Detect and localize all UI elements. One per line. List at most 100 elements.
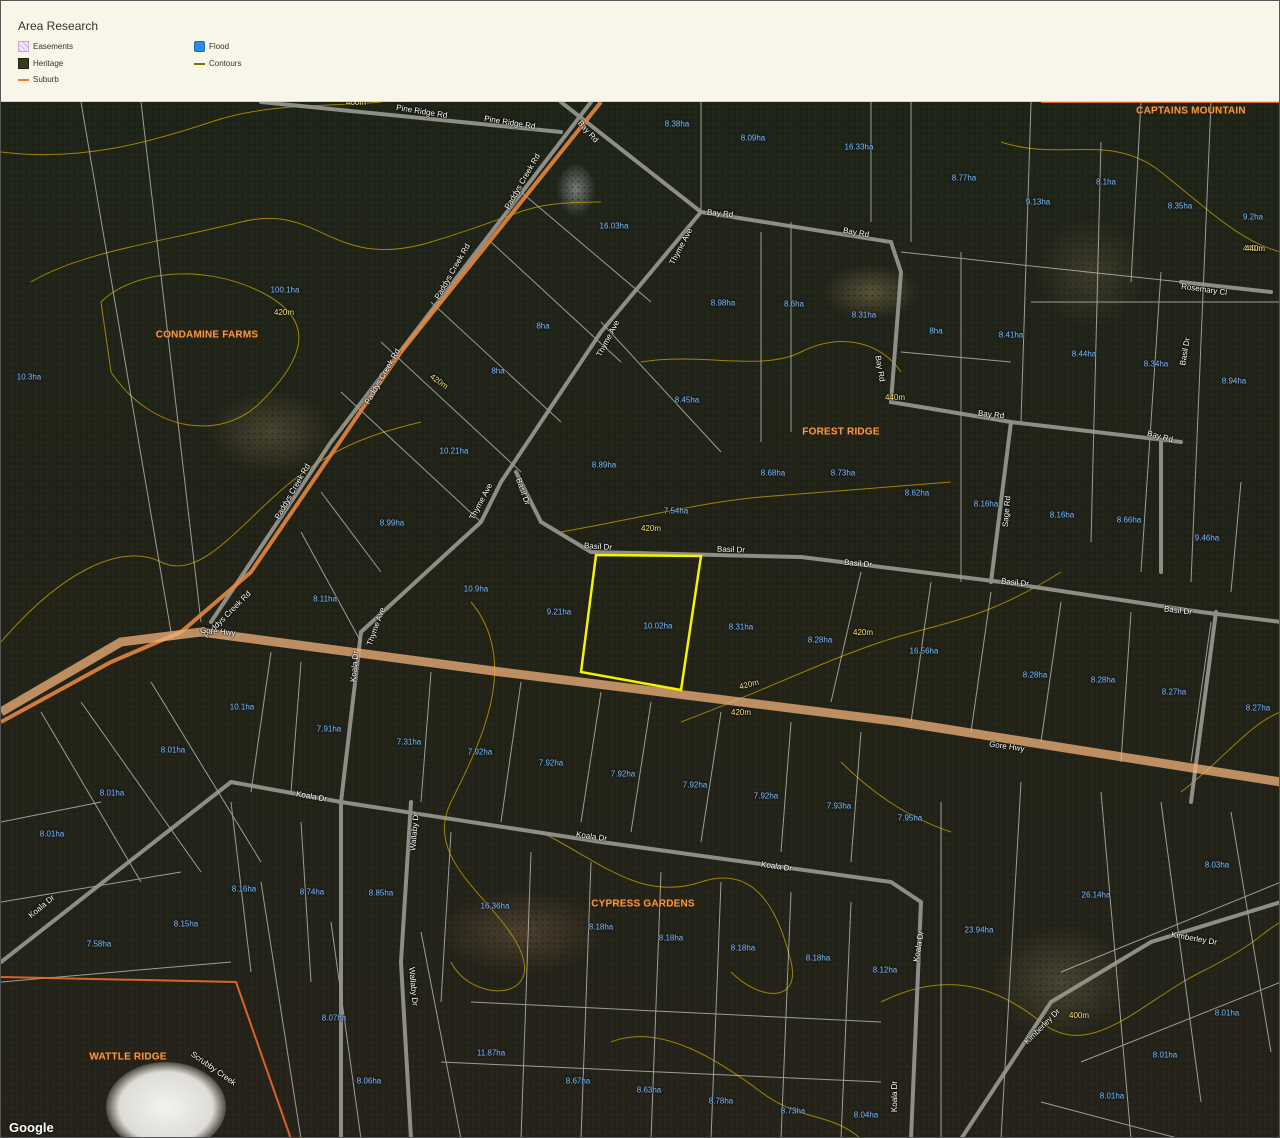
easements-swatch-icon — [18, 41, 29, 52]
parcel-area-label: 10.21ha — [439, 446, 469, 456]
parcel-area-label: 8.18ha — [588, 922, 614, 932]
parcel-area-label: 9.2ha — [1242, 212, 1264, 222]
suburb-label-wattle-ridge: WATTLE RIDGE — [89, 1051, 167, 1063]
parcel-area-label: 8.1ha — [1095, 177, 1117, 187]
legend-title: Area Research — [18, 19, 99, 33]
contours-swatch-icon — [194, 58, 205, 69]
parcel-area-label: 8.62ha — [904, 488, 930, 498]
parcel-area-label: 8.11ha — [313, 594, 337, 604]
suburb-label-captains-mountain: CAPTAINS MOUNTAIN — [1136, 105, 1246, 117]
parcel-area-label: 8.66ha — [1116, 515, 1142, 525]
parcel-area-label: 16.03ha — [599, 221, 629, 231]
parcel-area-label: 7.92ha — [467, 747, 493, 757]
parcel-area-label: 8.18ha — [730, 943, 756, 953]
legend-item-flood[interactable]: Flood — [194, 41, 229, 52]
parcel-area-label: 8.74ha — [299, 887, 325, 897]
parcel-area-label: 8.34ha — [1143, 359, 1169, 369]
contour-label: 440m — [1245, 244, 1266, 253]
parcel-area-label: 8ha — [929, 326, 943, 336]
parcel-area-label: 8.18ha — [805, 953, 831, 963]
contour-label: 400m — [346, 102, 367, 107]
parcel-area-label: 8ha — [491, 366, 505, 376]
parcel-area-label: 8.18ha — [658, 933, 684, 943]
parcel-area-label: 8.27ha — [1245, 703, 1271, 713]
parcel-area-label: 8.99ha — [379, 518, 405, 528]
parcel-area-label: 26.14ha — [1081, 890, 1111, 900]
parcel-area-label: 8.78ha — [708, 1096, 734, 1106]
parcel-area-label: 8.03ha — [1204, 860, 1230, 870]
contour-label: 420m — [641, 524, 662, 533]
parcel-area-label: 7.92ha — [753, 791, 779, 801]
legend-label-flood: Flood — [209, 42, 230, 51]
parcel-area-label: 8.16ha — [973, 499, 999, 509]
contour-label: 420m — [853, 628, 874, 637]
satellite-map[interactable]: CAPTAINS MOUNTAIN CONDAMINE FARMS FOREST… — [1, 102, 1279, 1137]
parcel-area-label: 8.31ha — [728, 622, 754, 632]
parcel-area-label: 8.16ha — [1049, 510, 1075, 520]
heritage-swatch-icon — [18, 58, 29, 69]
legend-panel: Area Research Easements Flood Heritage C… — [1, 1, 1279, 102]
parcel-area-label: 8.04ha — [853, 1110, 879, 1120]
suburb-label-condamine-farms: CONDAMINE FARMS — [155, 329, 259, 341]
parcel-area-label: 8.35ha — [1167, 201, 1193, 211]
parcel-area-label: 8.15ha — [173, 919, 199, 929]
parcel-area-label: 8.73ha — [830, 468, 856, 478]
parcel-area-label: 8.63ha — [636, 1085, 662, 1095]
flood-swatch-icon — [194, 41, 205, 52]
parcel-area-label: 8.6ha — [783, 299, 805, 309]
parcel-area-label: 16.56ha — [909, 646, 939, 656]
parcel-area-label: 16.36ha — [480, 901, 510, 911]
legend-item-contours[interactable]: Contours — [194, 58, 241, 69]
parcel-area-label: 7.54ha — [663, 506, 689, 516]
parcel-area-label: 8.01ha — [39, 829, 65, 839]
parcel-area-label: 8.28ha — [807, 635, 833, 645]
parcel-area-label: 7.92ha — [682, 780, 708, 790]
parcel-area-label: 8.41ha — [998, 330, 1024, 340]
parcel-area-label: 8.12ha — [872, 965, 898, 975]
road-label: Basil Dr — [583, 541, 613, 552]
contour-label: 440m — [885, 393, 906, 402]
parcel-area-label: 8.73ha — [780, 1106, 806, 1116]
road-label: Koala Dr — [890, 1080, 900, 1113]
parcel-area-label: 8.77ha — [951, 173, 977, 183]
parcel-area-label: 8.07ha — [321, 1013, 347, 1023]
parcel-area-label: 8.44ha — [1071, 349, 1097, 359]
contour-label: 400m — [1069, 1011, 1090, 1020]
google-logo: Google — [9, 1120, 54, 1135]
parcel-area-label: 7.91ha — [316, 724, 342, 734]
suburb-label-forest-ridge: FOREST RIDGE — [802, 426, 880, 438]
parcel-area-label: 7.31ha — [396, 737, 422, 747]
parcel-area-label: 7.92ha — [610, 769, 636, 779]
parcel-area-label: 10.1ha — [229, 702, 255, 712]
parcel-area-label: 8.01ha — [1214, 1008, 1240, 1018]
parcel-area-label: 7.92ha — [538, 758, 564, 768]
parcel-area-label: 100.1ha — [270, 285, 300, 295]
parcel-area-label: 8.27ha — [1161, 687, 1187, 697]
suburb-label-cypress-gardens: CYPRESS GARDENS — [591, 898, 695, 910]
suburb-swatch-icon — [18, 74, 29, 85]
parcel-area-label: 8.85ha — [368, 888, 394, 898]
legend-label-contours: Contours — [209, 59, 242, 68]
parcel-area-label: 8.16ha — [231, 884, 257, 894]
parcel-area-label: 8.09ha — [740, 133, 766, 143]
parcel-area-label: 8.28ha — [1090, 675, 1116, 685]
parcel-area-label: 7.93ha — [826, 801, 852, 811]
parcel-area-label: 10.3ha — [16, 372, 42, 382]
contour-label: 420m — [731, 708, 752, 717]
legend-item-suburb[interactable]: Suburb — [18, 74, 59, 85]
parcel-area-label: 8.98ha — [710, 298, 736, 308]
legend-label-heritage: Heritage — [33, 59, 64, 68]
parcel-area-label: 9.46ha — [1194, 533, 1220, 543]
legend-item-heritage[interactable]: Heritage — [18, 58, 63, 69]
parcel-area-label: 8.01ha — [99, 788, 125, 798]
parcel-area-label: 8.06ha — [356, 1076, 382, 1086]
parcel-area-label: 8.31ha — [851, 310, 877, 320]
map-overlay — [1, 102, 1279, 1137]
map-viewport[interactable]: Area Research Easements Flood Heritage C… — [0, 0, 1280, 1138]
legend-item-easements[interactable]: Easements — [18, 41, 73, 52]
parcel-area-label: 10.9ha — [463, 584, 489, 594]
road-label: Basil Dr — [716, 544, 746, 555]
parcel-area-label: 7.95ha — [897, 813, 923, 823]
legend-label-easements: Easements — [33, 42, 74, 51]
parcel-area-label: 7.58ha — [86, 939, 112, 949]
